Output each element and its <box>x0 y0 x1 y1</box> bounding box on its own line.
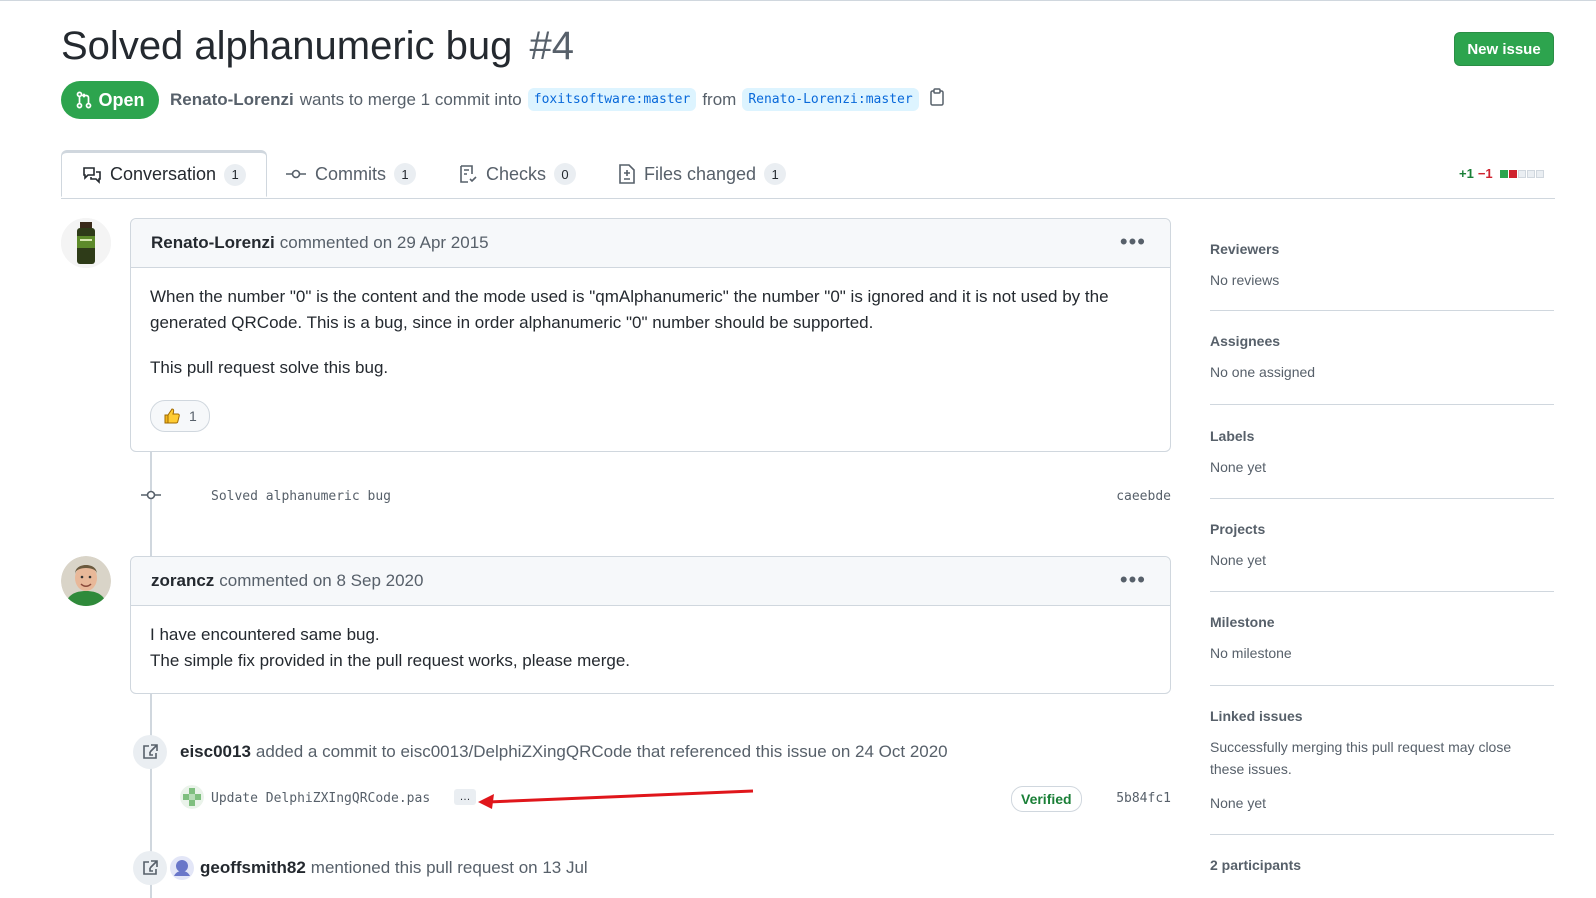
base-branch[interactable]: foxitsoftware:master <box>527 88 697 111</box>
pr-number: #4 <box>529 24 575 68</box>
tab-label: Conversation <box>110 164 217 184</box>
tab-count: 0 <box>554 163 577 185</box>
comment-header: zorancz commented on 8 Sep 2020 ••• <box>131 557 1170 606</box>
pr-meta: Renato-Lorenzi wants to merge 1 commit i… <box>170 88 945 111</box>
avatar-eisc0013[interactable] <box>180 785 204 809</box>
sidebar-value: None yet <box>1210 795 1267 811</box>
sidebar-heading: 2 participants <box>1210 857 1302 873</box>
top-border <box>0 0 1596 1</box>
sidebar-value: None yet <box>1210 459 1267 475</box>
comment-meta[interactable]: commented on 8 Sep 2020 <box>219 571 423 591</box>
from-text: from <box>702 89 737 109</box>
sidebar-heading[interactable]: Labels <box>1210 428 1554 444</box>
state-label: Open <box>98 89 145 110</box>
comment-1: Renato-Lorenzi commented on 29 Apr 2015 … <box>130 218 1171 452</box>
comment-2: zorancz commented on 8 Sep 2020 ••• I ha… <box>130 556 1171 694</box>
cross-reference-event: eisc0013 added a commit to eisc0013/Delp… <box>133 735 948 769</box>
sidebar-heading[interactable]: Linked issues <box>1210 708 1554 724</box>
sidebar-value: No reviews <box>1210 272 1280 288</box>
sidebar-heading[interactable]: Reviewers <box>1210 241 1554 257</box>
sidebar-labels: Labels None yet <box>1210 405 1554 499</box>
pr-tabs: Conversation 1 Commits 1 Checks 0 Files … <box>61 150 1555 199</box>
pr-title-text: Solved alphanumeric bug <box>61 24 513 68</box>
kebab-menu-icon[interactable]: ••• <box>1120 567 1146 593</box>
tab-files-changed[interactable]: Files changed 1 <box>618 150 787 198</box>
diffstat-blocks <box>1499 169 1544 178</box>
file-diff-icon <box>619 164 635 184</box>
comment-discussion-icon <box>83 166 101 184</box>
comment-author[interactable]: Renato-Lorenzi <box>151 233 275 253</box>
event-actor[interactable]: geoffsmith82 <box>200 858 306 878</box>
diff-deletions: −1 <box>1477 166 1493 181</box>
pull-request-icon <box>77 91 92 109</box>
comment-line: The simple fix provided in the pull requ… <box>150 651 631 670</box>
comment-meta[interactable]: commented on 29 Apr 2015 <box>280 233 489 253</box>
commit-row: Solved alphanumeric bug caeebde <box>140 484 1171 510</box>
sidebar-participants: 2 participants <box>1210 835 1554 873</box>
pr-title: Solved alphanumeric bug #4 <box>61 24 574 69</box>
sidebar-reviewers: Reviewers No reviews <box>1210 220 1554 311</box>
sidebar-value: No one assigned <box>1210 364 1316 380</box>
sidebar-projects: Projects None yet <box>1210 499 1554 592</box>
diffstat: +1 −1 <box>1459 166 1544 181</box>
verified-badge[interactable]: Verified <box>1011 786 1082 812</box>
cross-reference-icon <box>133 851 167 885</box>
tab-count: 1 <box>764 163 787 185</box>
merge-text: wants to merge 1 commit into <box>299 89 522 109</box>
sidebar-heading[interactable]: Milestone <box>1210 614 1554 630</box>
mention-event: geoffsmith82 mentioned this pull request… <box>133 851 588 885</box>
commit-sha-link[interactable]: caeebde <box>1116 489 1171 504</box>
annotation-arrow-icon <box>478 789 754 809</box>
tab-label: Commits <box>315 163 386 184</box>
git-commit-icon <box>141 490 161 500</box>
comment-paragraph: This pull request solve this bug. <box>150 358 389 377</box>
tab-label: Checks <box>486 163 547 184</box>
tab-commits[interactable]: Commits 1 <box>285 150 416 198</box>
tab-checks[interactable]: Checks 0 <box>458 150 577 198</box>
commit-message-link[interactable]: Solved alphanumeric bug <box>211 489 391 504</box>
comment-body: When the number "0" is the content and t… <box>131 268 1170 449</box>
tab-conversation[interactable]: Conversation 1 <box>61 150 268 197</box>
tab-count: 1 <box>224 163 247 186</box>
comment-header: Renato-Lorenzi commented on 29 Apr 2015 … <box>131 219 1170 268</box>
comment-line: I have encountered same bug. <box>150 625 380 644</box>
reaction-thumbs-up[interactable]: 1 <box>150 400 210 432</box>
sidebar-heading[interactable]: Assignees <box>1210 333 1554 349</box>
thumbs-up-icon <box>164 408 180 424</box>
commit-sha-link[interactable]: 5b84fc1 <box>1116 791 1171 806</box>
comment-body: I have encountered same bug. The simple … <box>131 606 1170 690</box>
reaction-count: 1 <box>189 408 197 424</box>
comment-paragraph: When the number "0" is the content and t… <box>150 287 1109 332</box>
tab-label: Files changed <box>644 163 757 184</box>
pr-author-link[interactable]: Renato-Lorenzi <box>170 90 294 110</box>
new-issue-button[interactable]: New issue <box>1454 32 1554 66</box>
comment-author[interactable]: zorancz <box>151 571 214 591</box>
git-commit-icon <box>286 169 306 179</box>
event-actor[interactable]: eisc0013 <box>180 742 251 762</box>
sidebar: Reviewers No reviews Assignees No one as… <box>1210 220 1554 885</box>
head-branch[interactable]: Renato-Lorenzi:master <box>742 88 919 111</box>
copy-icon[interactable] <box>929 88 945 111</box>
sidebar-value: No milestone <box>1210 645 1292 661</box>
avatar-renato-lorenzi[interactable] <box>61 218 111 268</box>
sidebar-value: None yet <box>1210 552 1267 568</box>
state-badge-open: Open <box>61 81 159 119</box>
sidebar-heading[interactable]: Projects <box>1210 521 1554 537</box>
diff-additions: +1 <box>1459 166 1474 181</box>
commit-message-link[interactable]: Update DelphiZXIngQRCode.pas <box>211 791 430 806</box>
tab-count: 1 <box>394 163 416 185</box>
avatar-zorancz[interactable] <box>61 556 111 606</box>
sidebar-description: Successfully merging this pull request m… <box>1210 739 1512 777</box>
cross-reference-icon <box>133 735 167 769</box>
sidebar-assignees: Assignees No one assigned <box>1210 311 1554 405</box>
avatar-geoffsmith82[interactable] <box>170 856 194 880</box>
kebab-menu-icon[interactable]: ••• <box>1120 229 1146 255</box>
event-text: mentioned this pull request on 13 Jul <box>310 858 588 877</box>
checklist-icon <box>460 165 477 183</box>
sidebar-linked-issues: Linked issues Successfully merging this … <box>1210 686 1554 835</box>
sidebar-milestone: Milestone No milestone <box>1210 592 1554 686</box>
event-text: added a commit to eisc0013/DelphiZXingQR… <box>255 742 948 761</box>
